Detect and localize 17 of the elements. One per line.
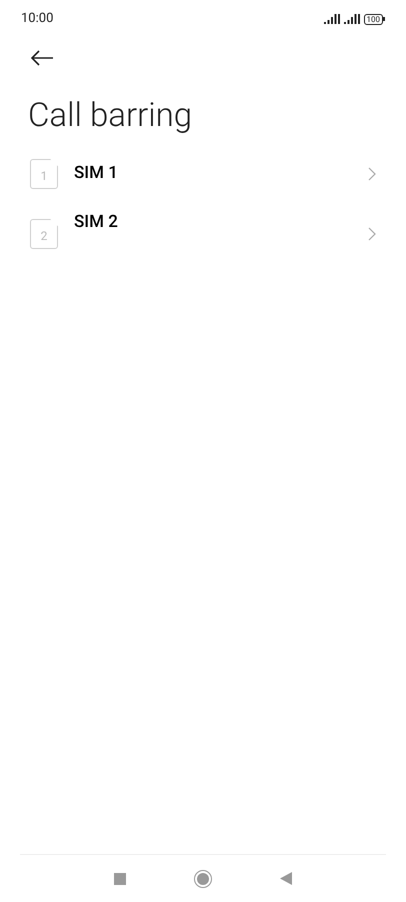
signal-icon	[324, 14, 340, 24]
sim-list-item[interactable]: 1 SIM 1	[0, 144, 406, 204]
sim-list-item[interactable]: 2 SIM 2	[0, 204, 406, 264]
chevron-right-icon	[368, 167, 376, 181]
sim-label: SIM 1	[74, 162, 119, 186]
page-title: Call barring	[27, 95, 194, 136]
battery-icon: 100	[364, 14, 385, 24]
status-time: 10:00	[21, 10, 54, 28]
sim-card-icon: 2	[30, 219, 58, 249]
back-nav-button[interactable]	[280, 872, 292, 885]
sim-label: SIM 2	[74, 211, 119, 234]
sim-card-icon: 1	[30, 159, 58, 189]
back-button[interactable]	[30, 48, 56, 68]
chevron-right-icon	[368, 227, 376, 241]
recents-button[interactable]	[114, 872, 126, 884]
signal-icon	[344, 14, 360, 24]
home-button[interactable]	[194, 870, 212, 888]
